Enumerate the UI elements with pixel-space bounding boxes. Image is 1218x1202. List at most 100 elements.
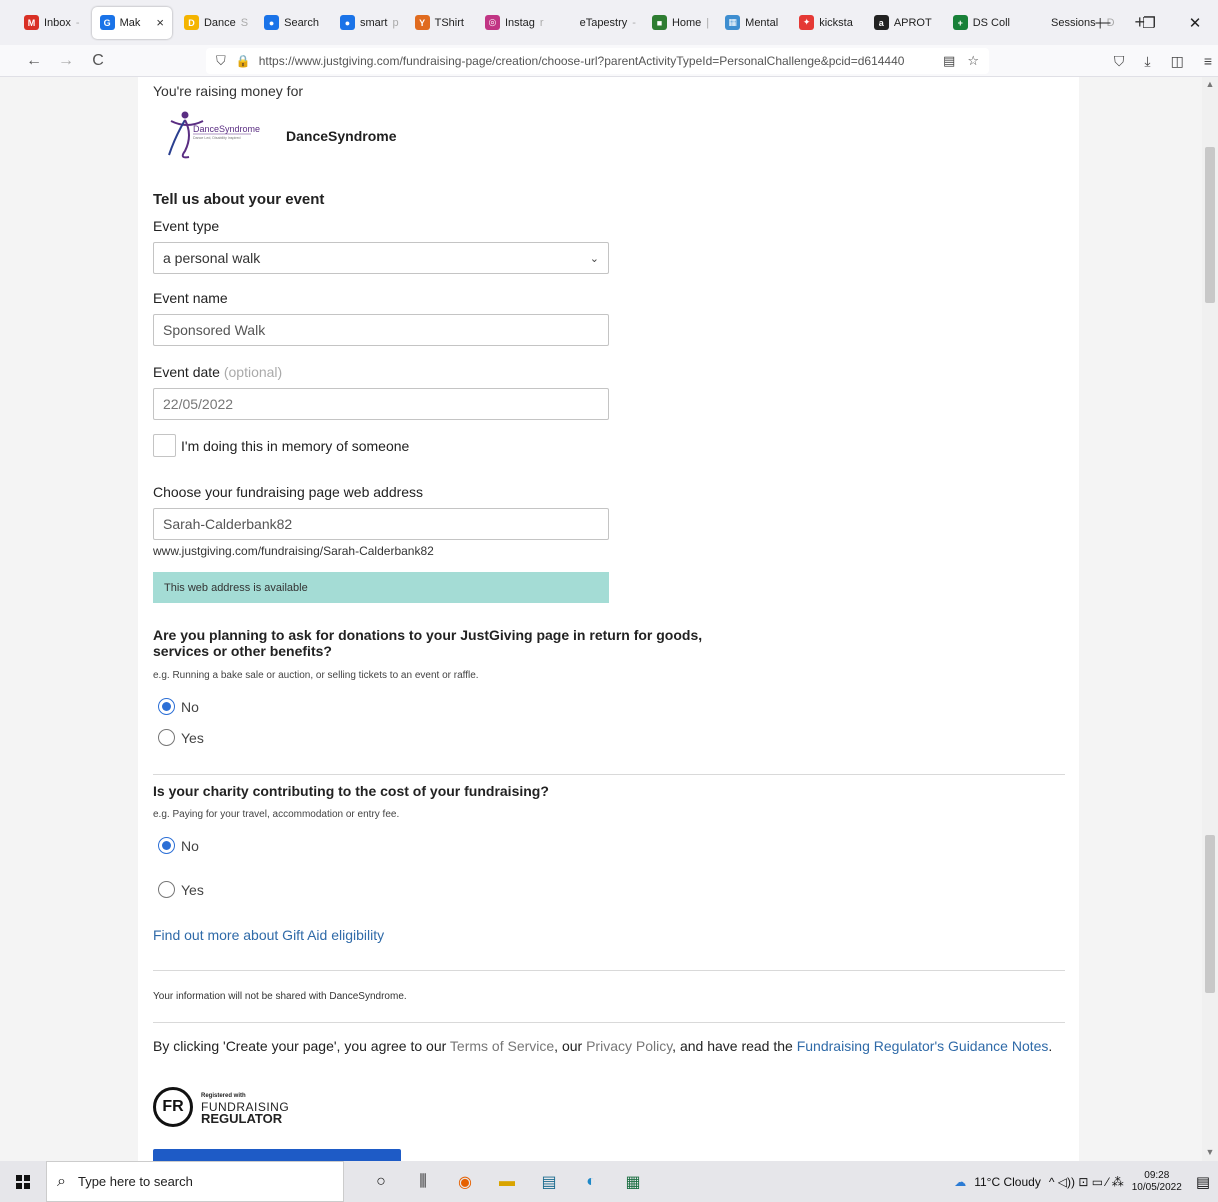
tab-label[interactable]: Mak bbox=[120, 17, 141, 29]
pocket-icon[interactable]: ⛉ bbox=[1114, 53, 1125, 70]
browser-tab[interactable]: ◎ Instag r bbox=[477, 7, 552, 39]
tab-label[interactable]: smart bbox=[360, 17, 388, 29]
donations-no-label[interactable]: No bbox=[181, 699, 199, 715]
donations-question: Are you planning to ask for donations to… bbox=[153, 627, 703, 659]
file-explorer-icon[interactable]: ▬ bbox=[486, 1161, 528, 1202]
system-tray: ☁ 11°C Cloudy ^ ◁)) ⊡ ▭ ⁄ ⁂ 09:28 10/05/… bbox=[954, 1161, 1218, 1202]
donations-yes-radio[interactable]: Yes bbox=[158, 729, 204, 746]
publisher-icon[interactable]: ▤ bbox=[528, 1161, 570, 1202]
taskbar-search[interactable]: ⌕ Type here to search bbox=[46, 1161, 344, 1202]
charity-logo-tagline: Dance Led, Disability Inspired bbox=[193, 136, 241, 140]
scroll-thumb[interactable] bbox=[1205, 147, 1215, 303]
event-name-label: Event name bbox=[153, 290, 228, 306]
notifications-icon[interactable]: ▤ bbox=[1196, 1173, 1210, 1191]
tab-label[interactable]: Home bbox=[672, 17, 701, 29]
tab-label[interactable]: TShirt bbox=[435, 17, 464, 29]
task-view-icon[interactable]: ⫼ bbox=[402, 1161, 444, 1202]
memory-checkbox-row[interactable]: I'm doing this in memory of someone bbox=[153, 434, 409, 457]
sidebar-icon[interactable]: ◫ bbox=[1171, 53, 1184, 70]
browser-tab[interactable]: a APROT bbox=[866, 7, 945, 39]
create-your-page-button[interactable] bbox=[153, 1149, 401, 1161]
memory-checkbox[interactable] bbox=[153, 434, 176, 457]
toolbar-right: ⛉ ⤓ ◫ ≡ bbox=[1114, 45, 1212, 77]
browser-tab[interactable]: + DS Coll bbox=[945, 7, 1023, 39]
taskbar-search-placeholder[interactable]: Type here to search bbox=[78, 1174, 193, 1189]
downloads-icon[interactable]: ⤓ bbox=[1144, 53, 1150, 70]
tab-label[interactable]: eTapestry bbox=[580, 17, 628, 29]
web-address-input[interactable]: Sarah-Calderbank82 bbox=[153, 508, 609, 540]
tab-label[interactable]: Mental bbox=[745, 17, 778, 29]
forward-button[interactable]: → bbox=[54, 52, 78, 70]
browser-tab[interactable]: G Mak × bbox=[91, 6, 172, 39]
tab-favicon-icon: M bbox=[24, 15, 39, 30]
browser-tab[interactable]: ▦ Mental bbox=[717, 7, 791, 39]
address-bar[interactable]: ⛉ 🔒 https://www.justgiving.com/fundraisi… bbox=[206, 48, 989, 74]
privacy-policy-link[interactable]: Privacy Policy bbox=[586, 1038, 672, 1054]
contribution-yes-radio[interactable]: Yes bbox=[158, 881, 204, 898]
tab-label[interactable]: Instag bbox=[505, 17, 535, 29]
tray-icons[interactable]: ^ ◁)) ⊡ ▭ ⁄ ⁂ bbox=[1049, 1175, 1124, 1189]
event-type-select[interactable]: a personal walk ⌄ bbox=[153, 242, 609, 274]
lock-icon[interactable]: 🔒 bbox=[236, 54, 251, 68]
scroll-thumb-secondary[interactable] bbox=[1205, 835, 1215, 993]
scroll-up-arrow-icon[interactable]: ▲ bbox=[1202, 79, 1218, 89]
event-date-input[interactable]: 22/05/2022 bbox=[153, 388, 609, 420]
browser-tab[interactable]: ● smart p bbox=[332, 7, 407, 39]
guidance-notes-link[interactable]: Fundraising Regulator's Guidance Notes bbox=[797, 1038, 1049, 1054]
restore-button[interactable]: ❐ bbox=[1126, 14, 1172, 32]
browser-tab[interactable]: D Dance S bbox=[176, 7, 256, 39]
contribution-yes-label[interactable]: Yes bbox=[181, 882, 204, 898]
start-button[interactable] bbox=[0, 1161, 46, 1202]
bookmark-star-icon[interactable]: ☆ bbox=[967, 53, 979, 69]
back-button[interactable]: ← bbox=[22, 52, 46, 70]
tab-label[interactable]: DS Coll bbox=[973, 17, 1010, 29]
gift-aid-link[interactable]: Find out more about Gift Aid eligibility bbox=[153, 927, 384, 943]
menu-icon[interactable]: ≡ bbox=[1204, 53, 1212, 69]
cortana-icon[interactable]: ○ bbox=[360, 1161, 402, 1202]
page-scrollbar[interactable]: ▲ ▼ bbox=[1202, 77, 1218, 1161]
tab-label[interactable]: Inbox bbox=[44, 17, 71, 29]
url-text[interactable]: https://www.justgiving.com/fundraising-p… bbox=[259, 54, 931, 68]
browser-tab[interactable]: ● Search bbox=[256, 7, 332, 39]
donations-no-radio[interactable]: No bbox=[158, 698, 199, 715]
tab-label[interactable]: kicksta bbox=[819, 17, 853, 29]
close-tab-icon[interactable]: × bbox=[156, 15, 164, 30]
terms-of-service-link[interactable]: Terms of Service bbox=[450, 1038, 554, 1054]
firefox-icon[interactable]: ◉ bbox=[444, 1161, 486, 1202]
contribution-example: e.g. Paying for your travel, accommodati… bbox=[153, 809, 400, 820]
contribution-no-label[interactable]: No bbox=[181, 838, 199, 854]
radio-unselected-icon[interactable] bbox=[158, 729, 175, 746]
donations-example: e.g. Running a bake sale or auction, or … bbox=[153, 670, 479, 681]
clock[interactable]: 09:28 10/05/2022 bbox=[1132, 1170, 1182, 1194]
terms-statement: By clicking 'Create your page', you agre… bbox=[153, 1038, 1052, 1054]
weather-text[interactable]: 11°C Cloudy bbox=[974, 1175, 1041, 1189]
tab-label[interactable]: Search bbox=[284, 17, 319, 29]
donations-yes-label[interactable]: Yes bbox=[181, 730, 204, 746]
browser-tab[interactable]: ■ Home | bbox=[644, 7, 717, 39]
divider bbox=[153, 1022, 1065, 1023]
browser-tab[interactable]: Y TShirt bbox=[407, 7, 477, 39]
tracking-shield-icon[interactable]: ⛉ bbox=[216, 53, 226, 69]
memory-checkbox-label[interactable]: I'm doing this in memory of someone bbox=[181, 438, 409, 454]
tab-favicon-icon: Y bbox=[414, 15, 430, 30]
contribution-no-radio[interactable]: No bbox=[158, 837, 199, 854]
tab-label[interactable]: APROT bbox=[894, 17, 932, 29]
radio-selected-icon[interactable] bbox=[158, 837, 175, 854]
browser-tab[interactable]: eTapestry - bbox=[552, 7, 644, 39]
radio-unselected-icon[interactable] bbox=[158, 881, 175, 898]
event-name-input[interactable]: Sponsored Walk bbox=[153, 314, 609, 346]
scroll-down-arrow-icon[interactable]: ▼ bbox=[1202, 1147, 1218, 1157]
reload-button[interactable]: C bbox=[86, 52, 110, 70]
tab-label[interactable]: Dance bbox=[204, 17, 236, 29]
edge-icon[interactable]: ◐ bbox=[570, 1161, 612, 1202]
navigation-bar: ← → C ⛉ 🔒 https://www.justgiving.com/fun… bbox=[0, 45, 1218, 77]
close-window-button[interactable]: ✕ bbox=[1172, 14, 1218, 32]
radio-selected-icon[interactable] bbox=[158, 698, 175, 715]
browser-tab[interactable]: ✦ kicksta bbox=[791, 7, 866, 39]
taskbar-apps: ○ ⫼ ◉ ▬ ▤ ◐ ▦ bbox=[360, 1161, 654, 1202]
reader-view-icon[interactable]: ▤ bbox=[943, 53, 955, 69]
browser-tab[interactable]: M Inbox - bbox=[16, 7, 88, 39]
minimize-button[interactable]: — bbox=[1080, 14, 1126, 31]
excel-icon[interactable]: ▦ bbox=[612, 1161, 654, 1202]
tab-favicon-icon: ● bbox=[339, 15, 355, 30]
